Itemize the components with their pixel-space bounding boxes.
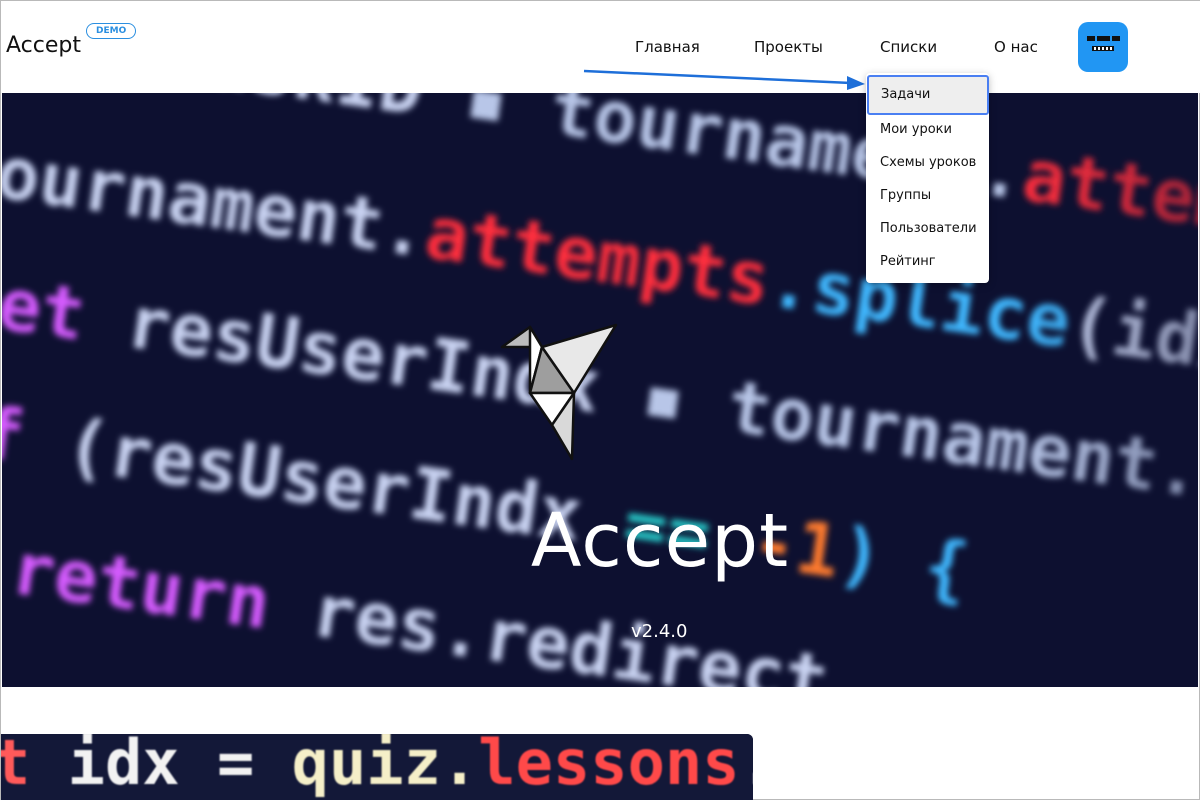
hero-version: v2.4.0	[631, 621, 688, 642]
nav-home[interactable]: Главная	[635, 38, 700, 56]
dropdown-item-rating[interactable]: Рейтинг	[866, 247, 989, 280]
robot-face-icon	[1087, 36, 1120, 51]
arrow-icon	[583, 69, 865, 90]
hero-banner: et TaskID ▪ tournament.attempts[idx] our…	[2, 93, 1198, 687]
code-token: idx	[30, 734, 179, 799]
code-token: quiz.	[292, 734, 479, 799]
dropdown-item-lesson-schemes[interactable]: Схемы уроков	[866, 148, 989, 181]
nav-projects[interactable]: Проекты	[754, 38, 823, 56]
user-avatar[interactable]	[1078, 22, 1128, 72]
code-token: .	[740, 734, 753, 799]
content-card-image: t idx = quiz.lessons.	[1, 734, 753, 800]
dropdown-item-tasks[interactable]: Задачи	[867, 75, 989, 115]
nav-lists[interactable]: Списки	[880, 38, 937, 56]
demo-badge: DEMO	[86, 23, 137, 39]
code-snippet-image: t idx = quiz.lessons.	[1, 734, 753, 800]
nav-about[interactable]: О нас	[994, 38, 1038, 56]
hero-title: Accept	[530, 498, 790, 584]
dropdown-item-groups[interactable]: Группы	[866, 181, 989, 214]
lists-dropdown-menu: Задачи Мои уроки Схемы уроков Группы Пол…	[866, 73, 989, 283]
dropdown-item-users[interactable]: Пользователи	[866, 214, 989, 247]
code-line: t idx = quiz.lessons.	[1, 734, 753, 799]
origami-bird-icon	[500, 323, 618, 461]
code-token: lessons	[478, 734, 739, 799]
code-token: =	[180, 734, 292, 799]
code-token: t	[1, 734, 30, 799]
dropdown-item-my-lessons[interactable]: Мои уроки	[866, 115, 989, 148]
brand-name[interactable]: Accept	[6, 33, 81, 58]
